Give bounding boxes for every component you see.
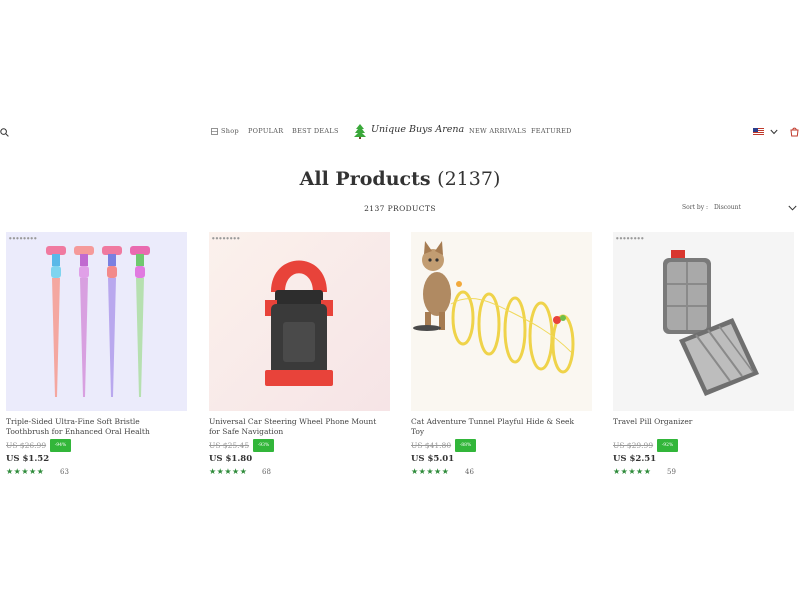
- page-title: All Products (2137): [0, 168, 800, 190]
- product-card[interactable]: Cat Adventure Tunnel Playful Hide & Seek…: [411, 232, 592, 482]
- discount-badge: -94%: [50, 439, 71, 452]
- product-name[interactable]: Travel Pill Organizer: [613, 417, 791, 427]
- nav-featured[interactable]: FEATURED: [531, 127, 572, 135]
- pill-organizer-image: ● ● ● ● ● ● ● ●: [616, 236, 759, 396]
- product-card[interactable]: ● ● ● ● ● ● ● ● Universal Car Steering W…: [209, 232, 390, 482]
- nav-new-arrivals[interactable]: NEW ARRIVALS: [469, 127, 527, 135]
- review-count: 68: [262, 468, 271, 476]
- sale-price: US $5.01: [411, 454, 455, 464]
- star-rating: ★★★★★: [6, 467, 45, 476]
- product-image-toothbrush[interactable]: ● ● ● ● ● ● ● ●: [6, 232, 187, 411]
- product-image-pill-organizer[interactable]: ● ● ● ● ● ● ● ●: [613, 232, 794, 411]
- sort-label: Sort by :: [682, 204, 709, 211]
- product-name[interactable]: Cat Adventure Tunnel Playful Hide & Seek…: [411, 417, 589, 437]
- product-count: 2137 PRODUCTS: [364, 204, 436, 213]
- review-count: 59: [667, 468, 676, 476]
- phone-mount-image: ● ● ● ● ● ● ● ●: [212, 236, 333, 386]
- original-price: US $26.99: [6, 441, 47, 450]
- review-count: 46: [465, 468, 474, 476]
- sale-price: US $1.80: [209, 454, 253, 464]
- discount-badge: -88%: [455, 439, 476, 452]
- star-rating: ★★★★★: [613, 467, 652, 476]
- nav-popular[interactable]: POPULAR: [248, 127, 283, 135]
- original-price: US $41.80: [411, 441, 452, 450]
- sort-value[interactable]: Discount: [714, 204, 741, 211]
- menu-icon: [211, 128, 218, 135]
- nav-best-deals[interactable]: BEST DEALS: [292, 127, 339, 135]
- product-image-cat-tunnel[interactable]: [411, 232, 592, 411]
- logo-text[interactable]: Unique Buys Arena: [371, 124, 464, 135]
- product-image-phone-mount[interactable]: ● ● ● ● ● ● ● ●: [209, 232, 390, 411]
- svg-text:● ● ● ● ● ● ● ●: ● ● ● ● ● ● ● ●: [212, 236, 240, 240]
- sale-price: US $2.51: [613, 454, 657, 464]
- svg-text:● ● ● ● ● ● ● ●: ● ● ● ● ● ● ● ●: [9, 236, 37, 240]
- nav-shop: Shop: [221, 127, 239, 135]
- star-rating: ★★★★★: [209, 467, 248, 476]
- sort-chevron-down-icon[interactable]: [788, 205, 797, 211]
- discount-badge: -92%: [657, 439, 678, 452]
- cat-tunnel-image: [413, 241, 575, 374]
- star-rating: ★★★★★: [411, 467, 450, 476]
- logo-tree-icon[interactable]: [354, 124, 366, 139]
- svg-text:● ● ● ● ● ● ● ●: ● ● ● ● ● ● ● ●: [616, 236, 644, 240]
- sale-price: US $1.52: [6, 454, 50, 464]
- product-card[interactable]: ● ● ● ● ● ● ● ● Travel Pill Organizer US…: [613, 232, 794, 482]
- page-title-text: All Products: [299, 168, 431, 190]
- original-price: US $25.45: [209, 441, 250, 450]
- chevron-down-icon[interactable]: [770, 129, 778, 135]
- product-name[interactable]: Triple-Sided Ultra-Fine Soft Bristle Too…: [6, 417, 184, 437]
- product-card[interactable]: ● ● ● ● ● ● ● ● Triple-Sided Ultra-Fine …: [6, 232, 187, 482]
- page-title-count: (2137): [437, 168, 501, 190]
- original-price: US $29.99: [613, 441, 654, 450]
- search-icon[interactable]: [0, 128, 9, 137]
- cart-icon[interactable]: [790, 127, 799, 137]
- product-name[interactable]: Universal Car Steering Wheel Phone Mount…: [209, 417, 387, 437]
- us-flag-icon[interactable]: [753, 128, 764, 135]
- toothbrush-image: ● ● ● ● ● ● ● ●: [9, 236, 150, 397]
- discount-badge: -93%: [253, 439, 274, 452]
- review-count: 63: [60, 468, 69, 476]
